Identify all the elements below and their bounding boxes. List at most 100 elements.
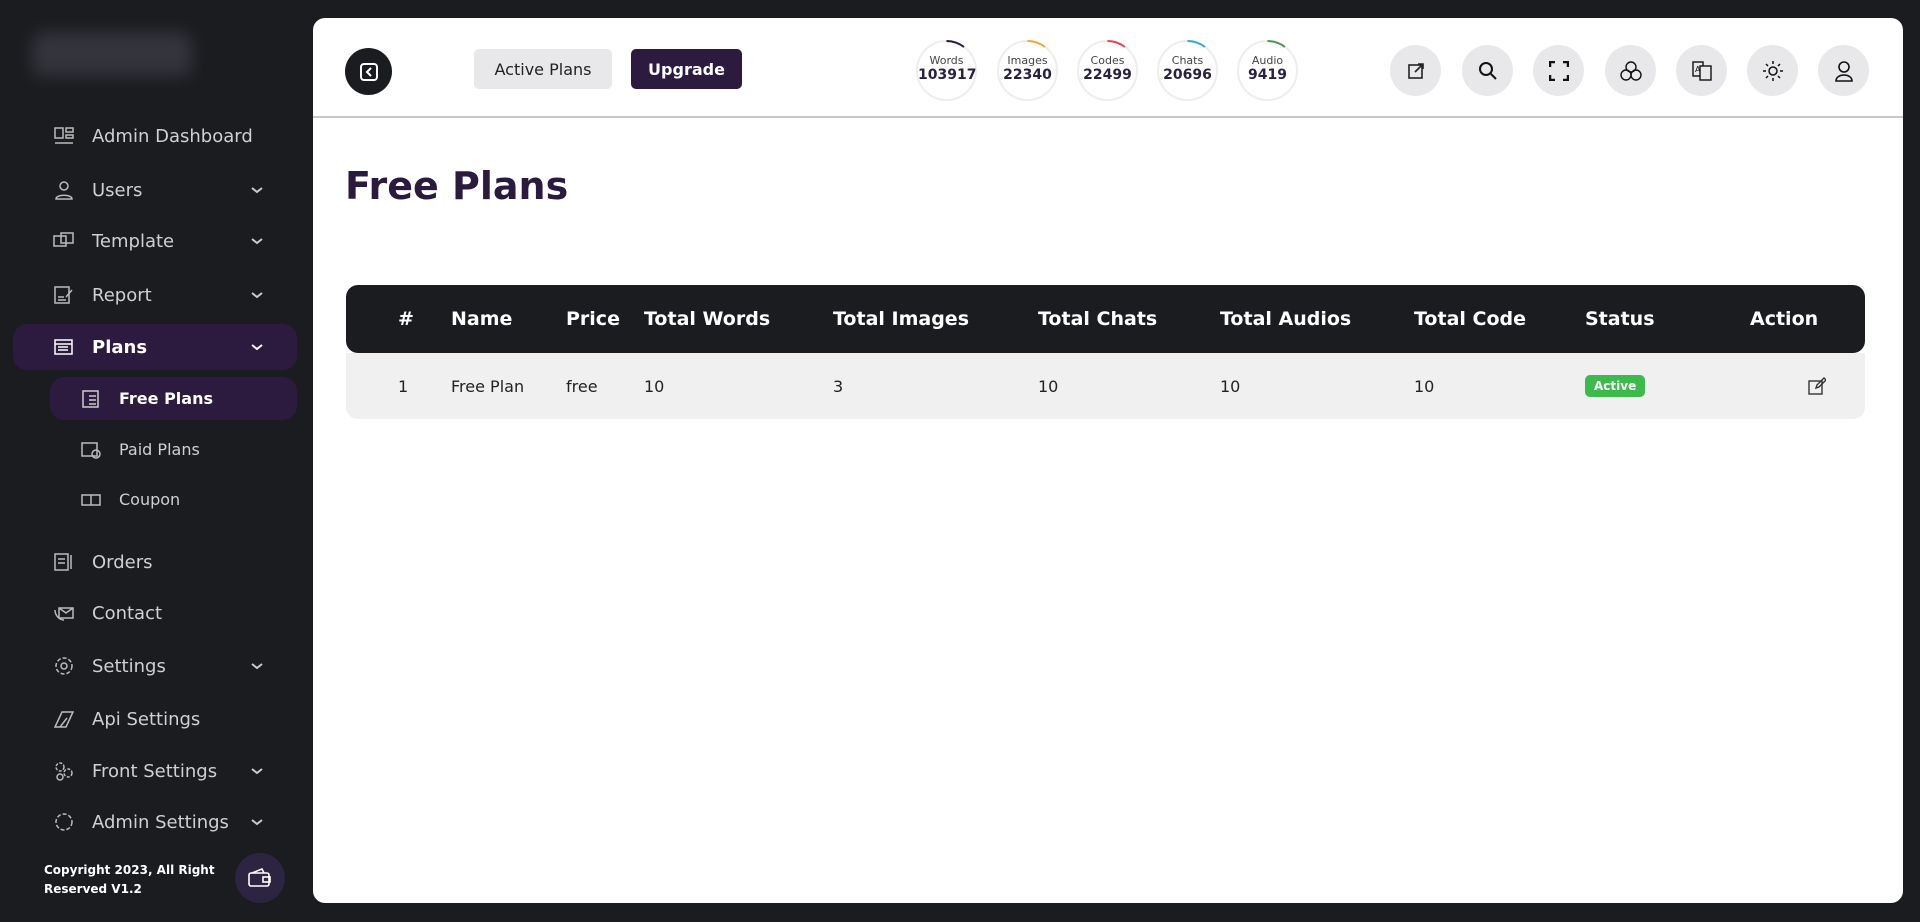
col-name: Name (451, 308, 513, 330)
sidebar-item-paid-plans[interactable]: Paid Plans (50, 428, 297, 471)
sidebar-item-label: Admin Settings (92, 811, 229, 833)
sidebar-item-free-plans[interactable]: Free Plans (50, 377, 297, 420)
dashboard-icon (53, 125, 75, 147)
chevron-down-icon (251, 238, 263, 245)
sidebar-item-admin-settings[interactable]: Admin Settings (13, 799, 297, 832)
svg-text:A: A (1695, 65, 1701, 74)
sidebar-item-template[interactable]: Template (13, 218, 297, 264)
cell-code: 10 (1414, 376, 1435, 396)
search-button[interactable] (1462, 45, 1513, 96)
col-total-audios: Total Audios (1220, 308, 1352, 330)
language-button[interactable]: A (1676, 45, 1727, 96)
cell-price: free (566, 376, 598, 396)
col-status: Status (1585, 308, 1655, 330)
chevron-down-icon (251, 187, 263, 194)
sidebar-item-label: Template (92, 230, 175, 252)
template-icon (53, 230, 75, 252)
sidebar-item-settings[interactable]: Settings (13, 643, 297, 689)
copyright: Copyright 2023, All Right Reserved V1.2 (44, 861, 215, 899)
chevron-down-icon (251, 663, 263, 670)
sidebar-item-plans[interactable]: Plans (13, 324, 297, 370)
stat-chats: Chats 20696 (1157, 40, 1218, 101)
col-action: Action (1750, 308, 1819, 330)
search-icon (1478, 61, 1497, 80)
sidebar-item-coupon[interactable]: Coupon (50, 478, 297, 521)
sidebar-item-orders[interactable]: Orders (13, 539, 297, 585)
chevron-left-icon (359, 62, 378, 81)
chevron-down-icon (251, 819, 263, 826)
gear-icon (53, 655, 75, 677)
wallet-icon (248, 868, 271, 887)
sidebar-item-label: Admin Dashboard (92, 125, 253, 147)
sidebar-item-contact[interactable]: Contact (13, 590, 297, 636)
currency-button[interactable] (1605, 45, 1656, 96)
profile-button[interactable] (1818, 45, 1869, 96)
sidebar-item-label: Contact (92, 602, 163, 624)
gears-icon (53, 760, 75, 782)
chevron-down-icon (251, 292, 263, 299)
sun-icon (1762, 60, 1783, 81)
sidebar-item-label: Coupon (119, 490, 181, 509)
currency-icon (1619, 60, 1642, 81)
sidebar-item-front-settings[interactable]: Front Settings (13, 748, 297, 794)
sidebar-item-label: Orders (92, 551, 153, 573)
sidebar-item-admin-dashboard[interactable]: Admin Dashboard (13, 113, 297, 159)
sidebar-item-api-settings[interactable]: Api Settings (13, 696, 297, 742)
progress-arc (946, 40, 965, 48)
stat-words: Words 103917 (916, 40, 977, 101)
paid-calendar-icon (80, 439, 102, 461)
cell-name: Free Plan (451, 376, 525, 396)
sidebar-item-label: Plans (92, 336, 148, 358)
active-plans-button[interactable]: Active Plans (474, 49, 612, 89)
fullscreen-button[interactable] (1533, 45, 1584, 96)
version-line: Reserved V1.2 (44, 882, 142, 896)
report-icon (53, 284, 75, 306)
col-total-words: Total Words (644, 308, 771, 330)
stat-audio: Audio 9419 (1237, 40, 1298, 101)
sidebar-item-report[interactable]: Report (13, 272, 297, 318)
sidebar-item-label: Api Settings (92, 708, 201, 730)
sidebar-item-label: Settings (92, 655, 166, 677)
cell-images: 3 (833, 376, 844, 396)
wallet-button[interactable] (235, 853, 285, 903)
edit-icon (1808, 377, 1826, 395)
user-icon (1834, 60, 1853, 82)
sidebar-item-users[interactable]: Users (13, 167, 297, 213)
toggle-sidebar-button[interactable] (345, 48, 392, 95)
page-title: Free Plans (345, 164, 569, 208)
edit-button[interactable] (1808, 353, 1826, 419)
stat-codes: Codes 22499 (1077, 40, 1138, 101)
theme-toggle-button[interactable] (1747, 45, 1798, 96)
coupon-icon (80, 489, 102, 511)
sidebar-item-label: Report (92, 284, 152, 306)
sidebar-item-label: Free Plans (119, 389, 213, 408)
translate-icon: A (1691, 60, 1712, 81)
user-icon (53, 179, 75, 201)
status-badge: Active (1585, 375, 1646, 397)
cell-status: Active (1585, 353, 1646, 419)
table-row: 1 Free Plan free 10 3 10 10 10 Active (346, 353, 1865, 419)
chevron-down-icon (251, 344, 263, 351)
external-link-icon (1407, 62, 1424, 79)
gear-icon (53, 811, 75, 832)
list-icon (80, 388, 102, 410)
progress-arc (1107, 40, 1126, 48)
cell-audios: 10 (1220, 376, 1241, 396)
progress-arc (1267, 40, 1286, 48)
cell-num: 1 (398, 376, 409, 396)
col-total-code: Total Code (1414, 308, 1527, 330)
upgrade-button[interactable]: Upgrade (631, 49, 742, 89)
col-price: Price (566, 308, 620, 330)
api-icon (53, 708, 75, 730)
fullscreen-icon (1548, 60, 1569, 81)
main-panel: Active Plans Upgrade Words 103917 Images 22… (313, 18, 1903, 903)
col-total-chats: Total Chats (1038, 308, 1158, 330)
sidebar-item-label: Front Settings (92, 760, 218, 782)
sidebar-item-label: Paid Plans (119, 440, 200, 459)
open-site-button[interactable] (1390, 45, 1441, 96)
sidebar-nav: Admin Dashboard Users Template Report Pl… (0, 0, 313, 832)
progress-arc (1187, 40, 1206, 48)
col-total-images: Total Images (833, 308, 970, 330)
orders-icon (53, 551, 75, 573)
calendar-icon (53, 336, 75, 358)
